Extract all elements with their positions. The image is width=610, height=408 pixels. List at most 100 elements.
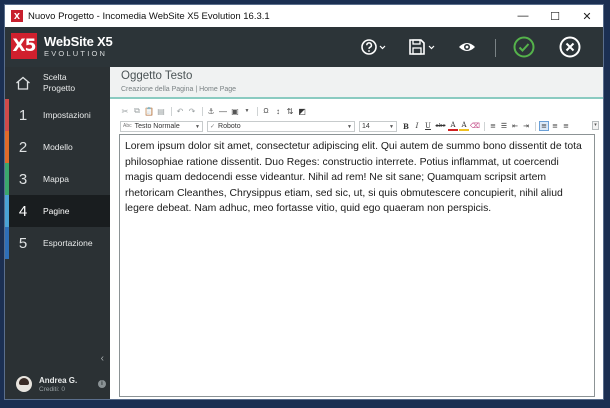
save-icon [409, 39, 435, 55]
logo-title: WebSite X5 [44, 33, 113, 49]
cut-icon[interactable]: ✂ [120, 106, 130, 116]
user-credits: Crediti: 0 [39, 385, 66, 393]
home-icon [16, 76, 30, 90]
save-button[interactable] [405, 27, 439, 67]
line-height-icon[interactable]: ↕ [273, 106, 283, 116]
style-value: Testo Normale [134, 122, 180, 130]
title-bar: X Nuovo Progetto - Incomedia WebSite X5 … [5, 5, 603, 27]
chevron-down-icon: ▼ [389, 123, 394, 130]
redo-icon[interactable]: ↷ [187, 106, 197, 116]
sidebar-home-label-2: Progetto [43, 83, 76, 93]
header-separator [495, 39, 496, 57]
close-circle-icon [559, 36, 581, 58]
underline-button[interactable]: U [423, 121, 433, 131]
font-size-select[interactable]: 14 ▼ [359, 120, 397, 132]
sidebar-home-label: Scelta [43, 72, 67, 82]
minimize-button[interactable]: — [507, 5, 539, 27]
spacing-icon[interactable]: ⇅ [285, 106, 295, 116]
exit-button[interactable] [555, 27, 585, 67]
sidebar-item-mappa[interactable]: 3 Mappa [5, 163, 110, 195]
numbered-list-icon[interactable]: ≡ [488, 121, 498, 131]
help-button[interactable] [357, 27, 391, 67]
step-label: Pagine [43, 206, 70, 216]
editor-toolbar-format: Abc Testo Normale ▼ ✓ Roboto ▼ 14 ▼ B I … [120, 120, 595, 132]
sidebar-item-pagine[interactable]: 4 Pagine [5, 195, 110, 227]
confirm-button[interactable] [509, 27, 539, 67]
font-value: Roboto [218, 122, 241, 130]
logo: X5 WebSite X5 EVOLUTION [11, 33, 113, 59]
editor-toolbar-top: ✂ ⧉ 📋 ▤ ↶ ↷ ⚓ — ▣ ▼ Ω ↕ ⇅ ◩ [120, 105, 595, 117]
sidebar-item-impostazioni[interactable]: 1 Impostazioni [5, 99, 110, 131]
app-icon: X [11, 10, 23, 22]
font-prefix: ✓ [210, 123, 216, 130]
help-icon [361, 39, 386, 55]
logo-mark: X5 [11, 33, 37, 59]
step-label: Modello [43, 142, 73, 152]
align-center-icon[interactable]: ≡ [550, 121, 560, 131]
sidebar-item-modello[interactable]: 2 Modello [5, 131, 110, 163]
logo-subtitle: EVOLUTION [44, 48, 108, 58]
bullet-list-icon[interactable]: ☰ [499, 121, 509, 131]
italic-button[interactable]: I [412, 121, 422, 131]
step-color-bar [5, 163, 9, 195]
sidebar: Scelta Progetto 1 Impostazioni 2 Modello… [5, 67, 110, 399]
outdent-icon[interactable]: ⇤ [510, 121, 520, 131]
paste-icon[interactable]: 📋 [144, 106, 154, 116]
info-icon[interactable]: i [98, 380, 106, 388]
step-number: 1 [18, 106, 28, 124]
user-panel[interactable]: Andrea G. Crediti: 0 i [5, 369, 110, 399]
app-header: X5 WebSite X5 EVOLUTION [5, 27, 603, 67]
strikethrough-button[interactable]: abc [434, 121, 447, 131]
special-char-icon[interactable]: Ω [261, 106, 271, 116]
preview-button[interactable] [453, 27, 481, 67]
image-icon[interactable]: ▣ [230, 106, 240, 116]
step-label: Impostazioni [43, 110, 91, 120]
text-color-button[interactable]: A [448, 121, 458, 131]
step-label: Esportazione [43, 238, 93, 248]
step-color-bar [5, 131, 9, 163]
text-editor[interactable]: Lorem ipsum dolor sit amet, consectetur … [119, 134, 595, 397]
step-color-bar [5, 99, 9, 131]
anchor-icon[interactable]: ⚓ [206, 106, 216, 116]
paste-text-icon[interactable]: ▤ [156, 106, 166, 116]
user-name: Andrea G. [39, 375, 78, 385]
breadcrumb: Creazione della Pagina | Home Page [121, 86, 237, 93]
step-number: 4 [18, 202, 28, 220]
sidebar-item-home[interactable]: Scelta Progetto [5, 67, 110, 99]
window-title: Nuovo Progetto - Incomedia WebSite X5 Ev… [28, 10, 270, 22]
step-color-bar [5, 227, 9, 259]
dropdown-icon[interactable]: ▼ [242, 106, 252, 116]
font-size-value: 14 [362, 122, 370, 130]
horizontal-line-icon[interactable]: — [218, 106, 228, 116]
contrast-icon[interactable]: ◩ [297, 106, 307, 116]
step-color-bar [5, 195, 9, 227]
chevron-down-icon: ▼ [347, 123, 352, 130]
font-family-select[interactable]: ✓ Roboto ▼ [207, 120, 355, 132]
copy-icon[interactable]: ⧉ [132, 106, 142, 116]
step-number: 2 [18, 138, 28, 156]
main-content: Oggetto Testo Creazione della Pagina | H… [110, 67, 603, 399]
chevron-down-icon: ▼ [195, 123, 200, 130]
highlight-color-button[interactable]: A [459, 121, 469, 131]
indent-icon[interactable]: ⇥ [521, 121, 531, 131]
editor-content[interactable]: Lorem ipsum dolor sit amet, consectetur … [125, 139, 589, 217]
step-number: 3 [18, 170, 28, 188]
align-left-icon[interactable]: ≡ [539, 121, 549, 131]
clear-format-button[interactable]: ⌫ [470, 121, 480, 131]
bold-button[interactable]: B [401, 121, 411, 131]
align-right-icon[interactable]: ≡ [561, 121, 571, 131]
step-number: 5 [18, 234, 28, 252]
eye-icon [459, 43, 475, 51]
step-label: Mappa [43, 174, 69, 184]
maximize-button[interactable]: ☐ [539, 5, 571, 27]
toolbar-expand-icon[interactable]: ▾ [592, 121, 599, 130]
style-prefix: Abc [123, 123, 132, 129]
paragraph-style-select[interactable]: Abc Testo Normale ▼ [120, 120, 203, 132]
window-controls: — ☐ ✕ [507, 5, 603, 27]
collapse-sidebar-button[interactable]: ‹ [101, 353, 104, 364]
undo-icon[interactable]: ↶ [175, 106, 185, 116]
sidebar-item-esportazione[interactable]: 5 Esportazione [5, 227, 110, 259]
window-close-button[interactable]: ✕ [571, 5, 603, 27]
panel-title: Oggetto Testo [121, 70, 193, 82]
checkmark-icon [513, 36, 535, 58]
